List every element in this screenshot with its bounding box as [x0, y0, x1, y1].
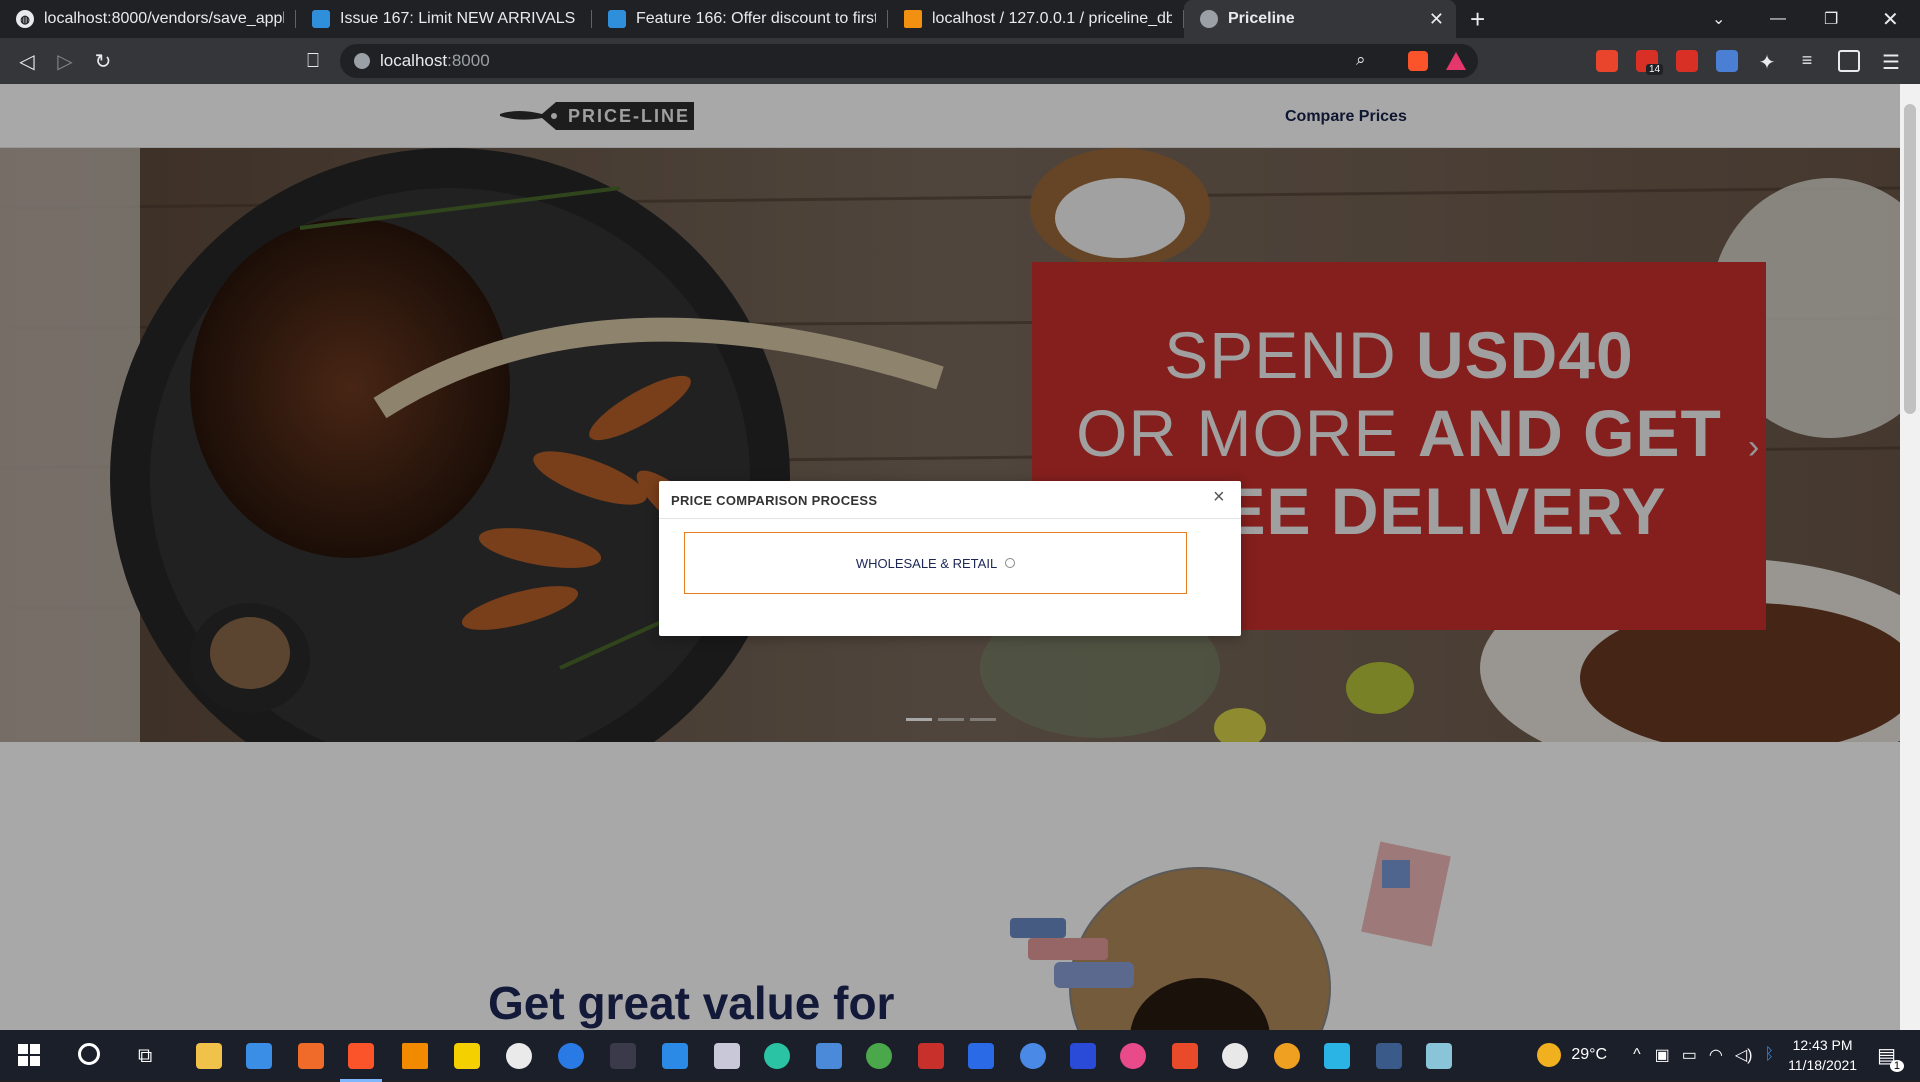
close-icon[interactable]: ×: [1213, 487, 1225, 507]
brave-shields-icon[interactable]: [1408, 51, 1428, 71]
notification-count: 1: [1889, 1059, 1904, 1072]
globe-icon: [1200, 10, 1218, 28]
reload-icon[interactable]: ↻: [84, 49, 122, 74]
extension-icon[interactable]: [1596, 50, 1618, 72]
option-label: WHOLESALE & RETAIL: [855, 555, 998, 571]
extension-badge-count: 14: [1646, 64, 1664, 75]
windows-taskbar: ⧉ 29°C ^ ▣ ▭ ◠ ◁) ᛒ 12:43 PM 11/18/2021 …: [0, 1030, 1920, 1082]
extensions-puzzle-icon[interactable]: ✦: [1756, 50, 1778, 74]
tab-title: localhost / 127.0.0.1 / priceline_db / p…: [932, 10, 1172, 27]
azure-devops-icon: [608, 10, 626, 28]
address-host: localhost: [380, 51, 448, 70]
player-icon[interactable]: [454, 1043, 480, 1069]
system-tray: 29°C ^ ▣ ▭ ◠ ◁) ᛒ 12:43 PM 11/18/2021 ▤ 1: [1537, 1030, 1920, 1080]
zoom-icon[interactable]: ⌕: [1356, 50, 1366, 70]
menu-icon[interactable]: ☰: [1880, 50, 1902, 74]
tab-priceline[interactable]: Priceline ✕: [1184, 0, 1456, 38]
battery-icon[interactable]: ▭: [1682, 1045, 1697, 1065]
restore-button[interactable]: ❐: [1824, 0, 1838, 38]
task-view-icon[interactable]: ⧉: [138, 1045, 152, 1068]
tab-feature-166[interactable]: Feature 166: Offer discount to first tim: [592, 0, 888, 38]
notifications-icon[interactable]: ▤ 1: [1877, 1043, 1904, 1072]
chevron-up-icon[interactable]: ^: [1633, 1046, 1641, 1064]
modal-header: PRICE COMPARISON PROCESS ×: [659, 481, 1241, 519]
translate-icon[interactable]: [1716, 50, 1738, 72]
meet-now-icon[interactable]: ▣: [1655, 1045, 1670, 1065]
brave-rewards-icon[interactable]: [1446, 52, 1466, 70]
itunes-icon[interactable]: [1120, 1043, 1146, 1069]
vlc-icon[interactable]: [402, 1043, 428, 1069]
bookmark-icon[interactable]: ⎕: [294, 50, 332, 73]
weather-temp[interactable]: 29°C: [1571, 1046, 1607, 1064]
mail-icon[interactable]: [246, 1043, 272, 1069]
chrome-icon[interactable]: [866, 1043, 892, 1069]
xampp-icon[interactable]: [298, 1043, 324, 1069]
tab-title: Feature 166: Offer discount to first tim: [636, 10, 876, 27]
brave-browser-icon[interactable]: [340, 1043, 382, 1082]
tab-issue-167[interactable]: Issue 167: Limit NEW ARRIVALS to 8 ite: [296, 0, 592, 38]
app-icon[interactable]: [1426, 1043, 1452, 1069]
app-icon[interactable]: [1274, 1043, 1300, 1069]
app-icon[interactable]: [506, 1043, 532, 1069]
app-icon[interactable]: [1376, 1043, 1402, 1069]
tab-vendors[interactable]: ◍ localhost:8000/vendors/save_applicati: [0, 0, 296, 38]
clock[interactable]: 12:43 PM 11/18/2021: [1788, 1035, 1857, 1075]
pdf-extension-icon[interactable]: [1676, 50, 1698, 72]
close-tab-icon[interactable]: ✕: [1429, 9, 1444, 30]
zoom-app-icon[interactable]: [1020, 1043, 1046, 1069]
slack-icon[interactable]: [1222, 1043, 1248, 1069]
app-icon[interactable]: [968, 1043, 994, 1069]
option-radio[interactable]: [1005, 558, 1016, 568]
tab-title: localhost:8000/vendors/save_applicati: [44, 10, 284, 27]
app-icon[interactable]: [1070, 1043, 1096, 1069]
tab-search-icon[interactable]: ⌄: [1712, 0, 1725, 38]
back-icon[interactable]: ◁: [8, 49, 46, 74]
tab-title: Issue 167: Limit NEW ARRIVALS to 8 ite: [340, 10, 580, 27]
volume-icon[interactable]: ◁): [1735, 1045, 1753, 1065]
browser-toolbar: ◁ ▷ ↻ ⎕ localhost:8000 ⌕ 14 ✦ ≡ ☰: [0, 38, 1920, 84]
media-controls-icon[interactable]: ≡: [1796, 50, 1818, 72]
address-bar[interactable]: localhost:8000 ⌕: [340, 44, 1478, 78]
new-tab-button[interactable]: +: [1470, 4, 1485, 35]
modal-title: PRICE COMPARISON PROCESS: [671, 493, 878, 508]
vscode-icon[interactable]: [662, 1043, 688, 1069]
address-port: :8000: [447, 51, 490, 70]
clock-date: 11/18/2021: [1788, 1057, 1858, 1073]
minimize-button[interactable]: —: [1770, 0, 1786, 38]
app-icon[interactable]: [1172, 1043, 1198, 1069]
app-icon[interactable]: [558, 1043, 584, 1069]
search-icon[interactable]: [78, 1043, 100, 1065]
forward-icon[interactable]: ▷: [46, 49, 84, 74]
app-icon[interactable]: [816, 1043, 842, 1069]
tab-phpmyadmin[interactable]: localhost / 127.0.0.1 / priceline_db / p…: [888, 0, 1184, 38]
close-window-button[interactable]: ✕: [1882, 0, 1899, 38]
browser-tab-strip: ◍ localhost:8000/vendors/save_applicati …: [0, 0, 1920, 38]
site-info-icon[interactable]: [354, 53, 370, 69]
globe-icon: ◍: [16, 10, 34, 28]
windows-start-icon[interactable]: [18, 1044, 40, 1066]
price-comparison-modal: PRICE COMPARISON PROCESS × WHOLESALE & R…: [659, 481, 1241, 636]
wallet-icon[interactable]: [1838, 50, 1860, 72]
app-icon[interactable]: [1324, 1043, 1350, 1069]
wholesale-retail-option[interactable]: WHOLESALE & RETAIL: [684, 532, 1187, 594]
scrollbar-thumb[interactable]: [1904, 104, 1916, 414]
weather-icon[interactable]: [1537, 1043, 1562, 1067]
clock-time: 12:43 PM: [1792, 1037, 1853, 1053]
filezilla-icon[interactable]: [918, 1043, 944, 1069]
tab-title: Priceline: [1228, 10, 1295, 27]
file-explorer-icon[interactable]: [196, 1043, 222, 1069]
azure-devops-icon: [312, 10, 330, 28]
app-icon[interactable]: [610, 1043, 636, 1069]
edge-icon[interactable]: [764, 1043, 790, 1069]
bluetooth-icon[interactable]: ᛒ: [1764, 1046, 1774, 1064]
app-icon[interactable]: [714, 1043, 740, 1069]
wifi-icon[interactable]: ◠: [1709, 1045, 1723, 1065]
phpmyadmin-icon: [904, 10, 922, 28]
